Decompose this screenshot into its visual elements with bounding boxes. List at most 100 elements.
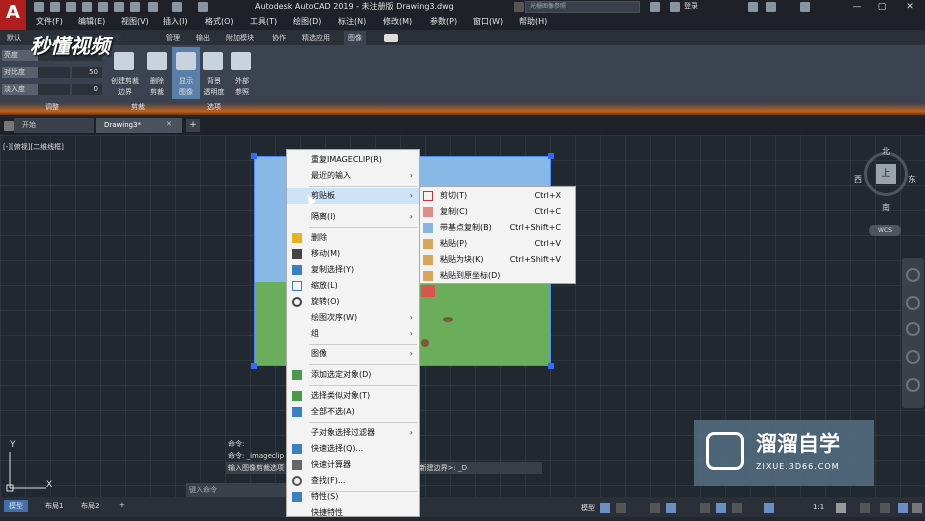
- grip-handle[interactable]: [251, 363, 257, 369]
- ctx-erase[interactable]: 删除: [287, 230, 419, 246]
- fade-slider[interactable]: [38, 84, 70, 95]
- add-layout-button[interactable]: +: [114, 500, 130, 510]
- tab-manage[interactable]: 管理: [166, 33, 180, 43]
- cart-icon[interactable]: [748, 2, 758, 12]
- save-as-icon[interactable]: [82, 2, 92, 12]
- menu-file[interactable]: 文件(F): [36, 16, 63, 27]
- remove-clip-icon[interactable]: [147, 52, 167, 70]
- showmotion-icon[interactable]: [906, 378, 920, 392]
- ctx-scale[interactable]: 缩放(L): [287, 278, 419, 294]
- osnap-icon[interactable]: [716, 503, 726, 513]
- ctx-select-similar[interactable]: 选择类似对象(T): [287, 388, 419, 404]
- external-reference-icon[interactable]: [231, 52, 251, 70]
- viewcube-top-face[interactable]: 上: [876, 164, 896, 184]
- tab-output[interactable]: 输出: [196, 33, 210, 43]
- undo-icon[interactable]: [148, 2, 158, 12]
- ribbon-options-icon[interactable]: [384, 34, 398, 42]
- layout-tab-model[interactable]: 模型: [4, 500, 28, 512]
- menu-view[interactable]: 视图(V): [121, 16, 149, 27]
- menu-parametric[interactable]: 参数(P): [430, 16, 457, 27]
- ctx-subobject-filter[interactable]: 子对象选择过滤器 ›: [287, 425, 419, 441]
- layout-tab-layout1[interactable]: 布局1: [40, 500, 68, 512]
- sub-paste-orig[interactable]: 粘贴到原坐标(D): [420, 268, 575, 284]
- snap-icon[interactable]: [616, 503, 626, 513]
- remove-clip-label[interactable]: 删除 剪裁: [144, 76, 170, 98]
- menu-insert[interactable]: 插入(I): [163, 16, 188, 27]
- annotation-icon[interactable]: [764, 503, 774, 513]
- ctx-quickcalc[interactable]: 快速计算器: [287, 457, 419, 473]
- command-input[interactable]: 键入命令: [186, 483, 286, 497]
- sub-paste-as-block[interactable]: 粘贴为块(K) Ctrl+Shift+V: [420, 252, 575, 268]
- ctx-rotate[interactable]: 旋转(O): [287, 294, 419, 310]
- tab-addins[interactable]: 附加模块: [226, 33, 254, 43]
- user-icon[interactable]: [670, 2, 680, 12]
- autocad-logo-icon[interactable]: A: [0, 0, 26, 30]
- workspace-gear-icon[interactable]: [836, 503, 846, 513]
- menu-format[interactable]: 格式(O): [205, 16, 234, 27]
- search-arrow-icon[interactable]: [514, 2, 524, 12]
- create-clip-boundary-label[interactable]: 创建剪裁 边界: [104, 76, 146, 98]
- close-window-button[interactable]: ✕: [898, 0, 922, 14]
- tab-default[interactable]: 默认: [7, 33, 21, 43]
- plus-icon[interactable]: [860, 503, 870, 513]
- show-image-label[interactable]: 显示 图像: [172, 76, 200, 98]
- plot-icon[interactable]: [114, 2, 124, 12]
- menu-modify[interactable]: 修改(M): [383, 16, 412, 27]
- grip-handle[interactable]: [548, 153, 554, 159]
- grid-icon[interactable]: [600, 503, 610, 513]
- compass-south[interactable]: 南: [882, 202, 890, 213]
- ctx-repeat-imageclip[interactable]: 重复IMAGECLIP(R): [287, 152, 419, 168]
- orbit-icon[interactable]: [906, 350, 920, 364]
- compass-west[interactable]: 西: [854, 174, 862, 185]
- zoom-icon[interactable]: [906, 322, 920, 336]
- file-tab-start[interactable]: 开始: [14, 118, 94, 133]
- search-input[interactable]: 光栅图像参照: [525, 1, 640, 13]
- ctx-quick-select[interactable]: 快速选择(Q)...: [287, 441, 419, 457]
- model-space-toggle[interactable]: 模型: [576, 502, 600, 514]
- ortho-icon[interactable]: [650, 503, 660, 513]
- external-reference-label[interactable]: 外部 参照: [228, 76, 256, 98]
- menu-tools[interactable]: 工具(T): [250, 16, 277, 27]
- login-label[interactable]: 登录: [684, 1, 698, 11]
- layout-tab-layout2[interactable]: 布局2: [76, 500, 104, 512]
- fade-value[interactable]: 0: [72, 84, 102, 95]
- menu-dimension[interactable]: 标注(N): [338, 16, 366, 27]
- fullscreen-icon[interactable]: [898, 503, 908, 513]
- menu-draw[interactable]: 绘图(D): [293, 16, 321, 27]
- sub-copy-with-base[interactable]: 带基点复制(B) Ctrl+Shift+C: [420, 220, 575, 236]
- ctx-recent-input[interactable]: 最近的输入 ›: [287, 168, 419, 184]
- isolate-objects-icon[interactable]: [880, 503, 890, 513]
- ctx-move[interactable]: 移动(M): [287, 246, 419, 262]
- maximize-button[interactable]: ▢: [870, 0, 894, 14]
- customize-icon[interactable]: [912, 503, 922, 513]
- viewcube[interactable]: 上 北 南 东 西: [854, 147, 916, 212]
- close-tab-icon[interactable]: ✕: [166, 120, 172, 128]
- polar-icon[interactable]: [666, 503, 676, 513]
- ctx-draw-order[interactable]: 绘图次序(W) ›: [287, 310, 419, 326]
- ctx-add-selected[interactable]: 添加选定对象(D): [287, 367, 419, 383]
- minimize-button[interactable]: —: [845, 0, 869, 14]
- menu-help[interactable]: 帮助(H): [519, 16, 547, 27]
- tab-image[interactable]: 图像: [344, 31, 366, 45]
- ctx-properties[interactable]: 特性(S): [287, 489, 419, 505]
- wcs-menu[interactable]: WCS: [869, 225, 901, 236]
- tab-collaborate[interactable]: 协作: [272, 33, 286, 43]
- background-transparency-icon[interactable]: [203, 52, 223, 70]
- menu-edit[interactable]: 编辑(E): [78, 16, 105, 27]
- pan-icon[interactable]: [906, 296, 920, 310]
- print-icon[interactable]: [130, 2, 140, 12]
- contrast-slider[interactable]: [38, 67, 70, 78]
- compass-east[interactable]: 东: [908, 174, 916, 185]
- open-icon[interactable]: [50, 2, 60, 12]
- grip-handle[interactable]: [548, 363, 554, 369]
- viewport-controls[interactable]: [-][俯视][二维线框]: [3, 142, 64, 152]
- exchange-icon[interactable]: [766, 2, 776, 12]
- share-icon[interactable]: [198, 2, 208, 12]
- ctx-find[interactable]: 查找(F)...: [287, 473, 419, 489]
- redo-icon[interactable]: [172, 2, 182, 12]
- grip-handle[interactable]: [251, 153, 257, 159]
- otrack-icon[interactable]: [732, 503, 742, 513]
- create-clip-boundary-icon[interactable]: [114, 52, 134, 70]
- steering-wheel-icon[interactable]: [906, 268, 920, 282]
- ctx-quick-properties[interactable]: 快捷特性: [287, 505, 419, 521]
